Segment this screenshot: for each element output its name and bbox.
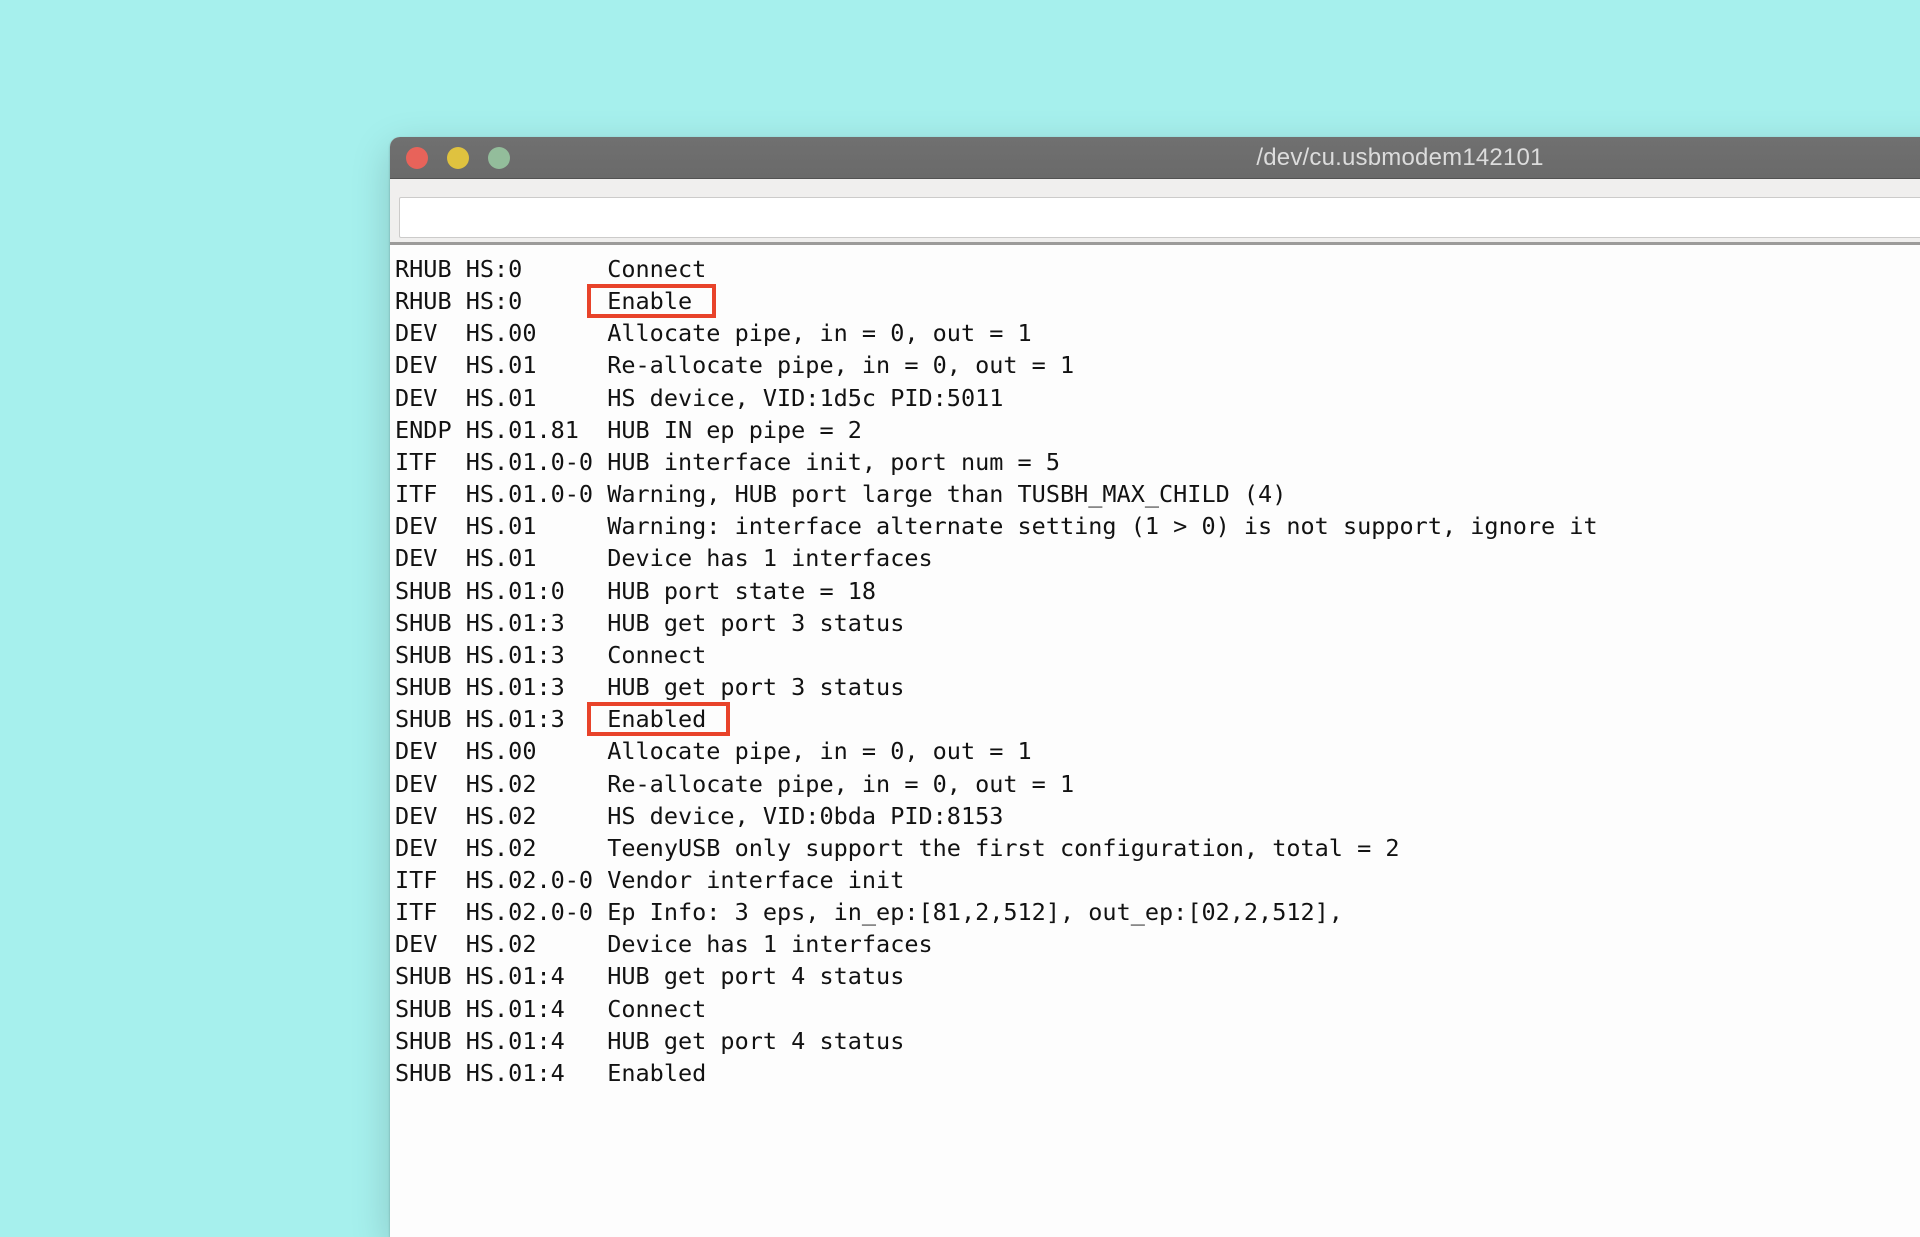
log-line-prefix: DEV HS.01 — [395, 351, 607, 379]
log-line-prefix: DEV HS.02 — [395, 770, 607, 798]
log-line: SHUB HS.01:3 Enabled — [395, 703, 1920, 735]
log-line-prefix: ENDP HS.01.81 — [395, 416, 607, 444]
log-line-prefix: RHUB HS:0 — [395, 255, 607, 283]
log-message: Connect — [607, 641, 706, 669]
log-line-prefix: SHUB HS.01:3 — [395, 609, 607, 637]
log-line-prefix: RHUB HS:0 — [395, 287, 607, 315]
log-message: HUB get port 3 status — [607, 673, 904, 701]
log-line-prefix: SHUB HS.01:4 — [395, 1059, 607, 1087]
log-line: DEV HS.00 Allocate pipe, in = 0, out = 1 — [395, 735, 1920, 767]
zoom-button[interactable] — [488, 147, 510, 169]
log-line-prefix: DEV HS.01 — [395, 544, 607, 572]
log-line-prefix: SHUB HS.01:3 — [395, 673, 607, 701]
log-message: Device has 1 interfaces — [607, 930, 932, 958]
log-line: SHUB HS.01:3 HUB get port 3 status — [395, 671, 1920, 703]
highlighted-log-message: Enable — [587, 284, 716, 318]
log-line-prefix: SHUB HS.01:0 — [395, 577, 607, 605]
log-line: DEV HS.02 HS device, VID:0bda PID:8153 — [395, 800, 1920, 832]
log-line-prefix: DEV HS.02 — [395, 930, 607, 958]
log-line-prefix: SHUB HS.01:3 — [395, 641, 607, 669]
log-line-prefix: DEV HS.02 — [395, 834, 607, 862]
log-message: Warning: interface alternate setting (1 … — [607, 512, 1597, 540]
log-line: DEV HS.01 Warning: interface alternate s… — [395, 510, 1920, 542]
log-line-prefix: DEV HS.00 — [395, 319, 607, 347]
log-line-prefix: ITF HS.02.0-0 — [395, 898, 607, 926]
log-message: TeenyUSB only support the first configur… — [607, 834, 1399, 862]
log-line-prefix: DEV HS.02 — [395, 802, 607, 830]
terminal-window: /dev/cu.usbmodem142101 RHUB HS:0 Connect… — [390, 137, 1920, 1237]
log-line: ENDP HS.01.81 HUB IN ep pipe = 2 — [395, 414, 1920, 446]
log-message: Enabled — [607, 1059, 706, 1087]
log-message: Warning, HUB port large than TUSBH_MAX_C… — [607, 480, 1286, 508]
log-message: Ep Info: 3 eps, in_ep:[81,2,512], out_ep… — [607, 898, 1343, 926]
log-line-prefix: DEV HS.00 — [395, 737, 607, 765]
close-button[interactable] — [406, 147, 428, 169]
log-message: HS device, VID:0bda PID:8153 — [607, 802, 1003, 830]
log-message: HUB IN ep pipe = 2 — [607, 416, 862, 444]
log-message: HUB interface init, port num = 5 — [607, 448, 1060, 476]
minimize-button[interactable] — [447, 147, 469, 169]
log-line: DEV HS.00 Allocate pipe, in = 0, out = 1 — [395, 317, 1920, 349]
log-line-prefix: DEV HS.01 — [395, 384, 607, 412]
log-message: HUB port state = 18 — [607, 577, 876, 605]
traffic-lights — [406, 137, 510, 178]
window-titlebar[interactable]: /dev/cu.usbmodem142101 — [390, 137, 1920, 179]
log-line-prefix: ITF HS.01.0-0 — [395, 448, 607, 476]
log-line: DEV HS.02 TeenyUSB only support the firs… — [395, 832, 1920, 864]
highlighted-log-message: Enabled — [587, 702, 730, 736]
log-line: SHUB HS.01:0 HUB port state = 18 — [395, 575, 1920, 607]
log-line: SHUB HS.01:3 HUB get port 3 status — [395, 607, 1920, 639]
log-line-prefix: SHUB HS.01:3 — [395, 705, 607, 733]
log-line: RHUB HS:0 Enable — [395, 285, 1920, 317]
log-line: SHUB HS.01:4 Enabled — [395, 1057, 1920, 1089]
log-line: DEV HS.02 Re-allocate pipe, in = 0, out … — [395, 768, 1920, 800]
log-lines-container: RHUB HS:0 ConnectRHUB HS:0 EnableDEV HS.… — [395, 253, 1920, 1089]
log-line-prefix: SHUB HS.01:4 — [395, 1027, 607, 1055]
log-line-prefix: ITF HS.01.0-0 — [395, 480, 607, 508]
log-message: Allocate pipe, in = 0, out = 1 — [607, 737, 1031, 765]
log-message: Connect — [607, 255, 706, 283]
log-message: HUB get port 4 status — [607, 1027, 904, 1055]
serial-command-input[interactable] — [399, 197, 1920, 238]
log-line: DEV HS.01 Re-allocate pipe, in = 0, out … — [395, 349, 1920, 381]
log-message: Device has 1 interfaces — [607, 544, 932, 572]
log-line: ITF HS.01.0-0 HUB interface init, port n… — [395, 446, 1920, 478]
log-message: Re-allocate pipe, in = 0, out = 1 — [607, 770, 1074, 798]
log-output: RHUB HS:0 ConnectRHUB HS:0 EnableDEV HS.… — [390, 245, 1920, 1089]
log-message: Allocate pipe, in = 0, out = 1 — [607, 319, 1031, 347]
log-message: HUB get port 3 status — [607, 609, 904, 637]
log-line: ITF HS.01.0-0 Warning, HUB port large th… — [395, 478, 1920, 510]
log-message: Vendor interface init — [607, 866, 904, 894]
log-message: Re-allocate pipe, in = 0, out = 1 — [607, 351, 1074, 379]
log-line: ITF HS.02.0-0 Ep Info: 3 eps, in_ep:[81,… — [395, 896, 1920, 928]
log-line-prefix: SHUB HS.01:4 — [395, 962, 607, 990]
log-message: HS device, VID:1d5c PID:5011 — [607, 384, 1003, 412]
log-line: SHUB HS.01:4 HUB get port 4 status — [395, 1025, 1920, 1057]
log-line: SHUB HS.01:3 Connect — [395, 639, 1920, 671]
log-line: RHUB HS:0 Connect — [395, 253, 1920, 285]
log-line-prefix: SHUB HS.01:4 — [395, 995, 607, 1023]
log-message: Connect — [607, 995, 706, 1023]
log-line: SHUB HS.01:4 HUB get port 4 status — [395, 960, 1920, 992]
log-line-prefix: ITF HS.02.0-0 — [395, 866, 607, 894]
log-line: DEV HS.01 HS device, VID:1d5c PID:5011 — [395, 382, 1920, 414]
command-toolbar — [390, 179, 1920, 245]
log-line: SHUB HS.01:4 Connect — [395, 993, 1920, 1025]
log-line: ITF HS.02.0-0 Vendor interface init — [395, 864, 1920, 896]
log-line: DEV HS.02 Device has 1 interfaces — [395, 928, 1920, 960]
log-line: DEV HS.01 Device has 1 interfaces — [395, 542, 1920, 574]
window-title: /dev/cu.usbmodem142101 — [1256, 144, 1543, 172]
log-line-prefix: DEV HS.01 — [395, 512, 607, 540]
log-message: HUB get port 4 status — [607, 962, 904, 990]
